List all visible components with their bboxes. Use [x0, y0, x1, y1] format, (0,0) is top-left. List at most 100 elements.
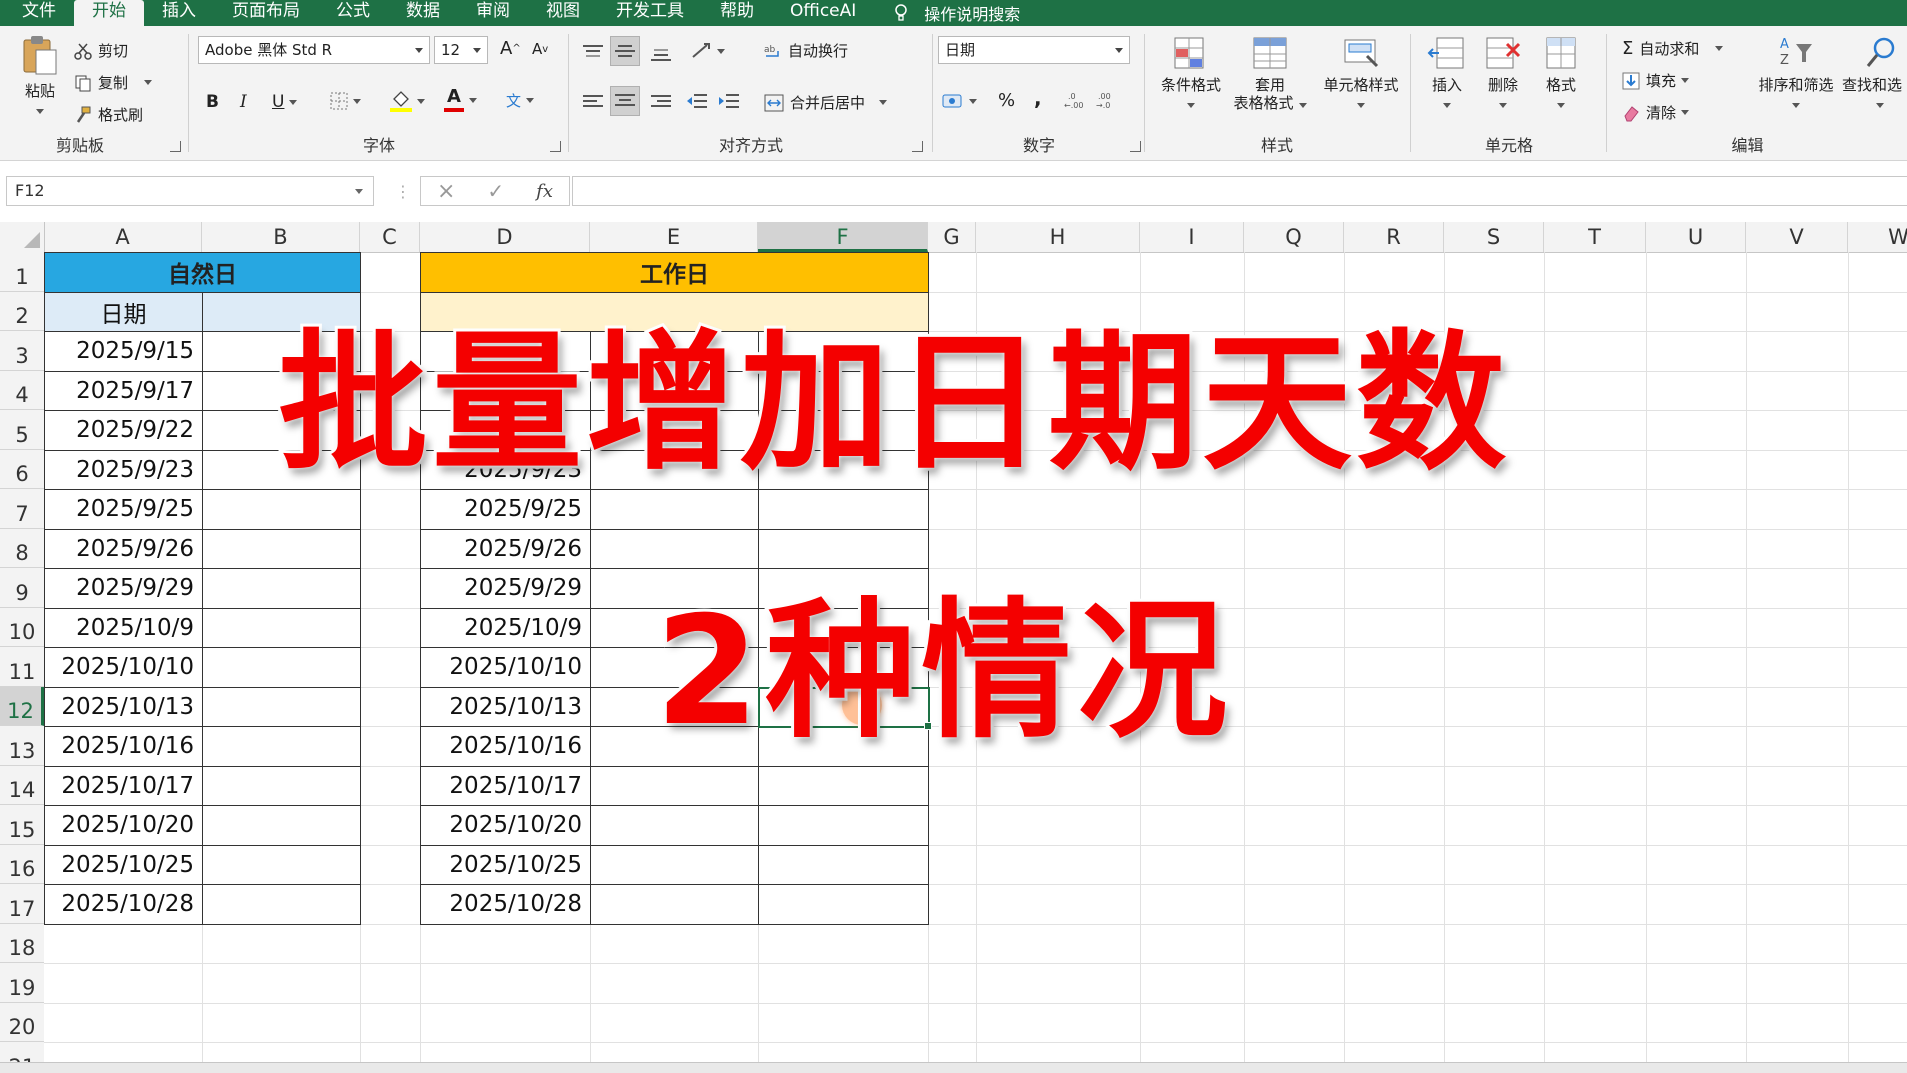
wrap-text-button[interactable]: ab 自动换行 — [764, 40, 848, 61]
cell-b13[interactable] — [202, 726, 361, 767]
cell-a3[interactable]: 2025/9/15 — [44, 331, 203, 372]
select-all-button[interactable] — [0, 222, 45, 252]
column-header-a[interactable]: A — [44, 222, 202, 252]
cell-b10[interactable] — [202, 607, 361, 648]
row-header-19[interactable]: 19 — [0, 963, 44, 1003]
align-left-icon[interactable] — [582, 94, 604, 110]
autosum-button[interactable]: Σ 自动求和 — [1622, 38, 1724, 59]
row-header-14[interactable]: 14 — [0, 765, 44, 805]
cell-d15[interactable]: 2025/10/20 — [420, 805, 591, 846]
merge-center-button[interactable]: 合并后居中 — [764, 92, 888, 113]
cell-f15[interactable] — [758, 805, 929, 846]
tab-formulas[interactable]: 公式 — [318, 0, 388, 26]
column-header-r[interactable]: R — [1344, 222, 1444, 252]
row-header-5[interactable]: 5 — [0, 410, 44, 450]
cell-b16[interactable] — [202, 844, 361, 885]
conditional-format-button[interactable]: 条件格式 — [1150, 34, 1232, 112]
tab-view[interactable]: 视图 — [528, 0, 598, 26]
column-header-b[interactable]: B — [202, 222, 360, 252]
row-header-3[interactable]: 3 — [0, 331, 44, 371]
cell-a4[interactable]: 2025/9/17 — [44, 370, 203, 411]
column-header-i[interactable]: I — [1140, 222, 1244, 252]
cell-d12[interactable]: 2025/10/13 — [420, 686, 591, 727]
column-header-t[interactable]: T — [1544, 222, 1646, 252]
tab-page-layout[interactable]: 页面布局 — [214, 0, 318, 26]
percent-style-button[interactable]: % — [998, 90, 1015, 111]
row-header-15[interactable]: 15 — [0, 805, 44, 845]
column-header-g[interactable]: G — [928, 222, 976, 252]
fill-color-button[interactable] — [390, 90, 425, 112]
cancel-formula-button[interactable]: × — [437, 179, 455, 204]
enter-formula-button[interactable]: ✓ — [487, 179, 504, 203]
grow-font-button[interactable]: A ^ — [500, 38, 521, 59]
row-header-20[interactable]: 20 — [0, 1002, 44, 1042]
cell-a13[interactable]: 2025/10/16 — [44, 726, 203, 767]
cell-b11[interactable] — [202, 647, 361, 688]
cell-a14[interactable]: 2025/10/17 — [44, 765, 203, 806]
cell-a9[interactable]: 2025/9/29 — [44, 568, 203, 609]
name-box[interactable]: F12 — [6, 176, 374, 206]
row-header-10[interactable]: 10 — [0, 607, 44, 647]
tell-me-search[interactable]: 操作说明搜索 — [874, 1, 1020, 25]
tab-review[interactable]: 审阅 — [458, 0, 528, 26]
cell-b12[interactable] — [202, 686, 361, 727]
cell-a8[interactable]: 2025/9/26 — [44, 528, 203, 569]
cell-b14[interactable] — [202, 765, 361, 806]
tab-officeai[interactable]: OfficeAI — [772, 0, 874, 26]
row-header-12[interactable]: 12 — [0, 686, 44, 726]
align-top-icon[interactable] — [582, 44, 604, 60]
subheader-date[interactable]: 日期 — [44, 291, 203, 332]
column-header-f[interactable]: F — [758, 222, 928, 252]
cell-a10[interactable]: 2025/10/9 — [44, 607, 203, 648]
cell-d11[interactable]: 2025/10/10 — [420, 647, 591, 688]
cell-d10[interactable]: 2025/10/9 — [420, 607, 591, 648]
cell-a6[interactable]: 2025/9/23 — [44, 449, 203, 490]
decrease-decimal-icon[interactable]: .00→.0 — [1094, 90, 1118, 110]
column-header-c[interactable]: C — [360, 222, 420, 252]
row-header-1[interactable]: 1 — [0, 252, 44, 292]
align-right-icon[interactable] — [650, 94, 672, 110]
increase-indent-icon[interactable] — [718, 92, 740, 110]
cell-d9[interactable]: 2025/9/29 — [420, 568, 591, 609]
cell-e15[interactable] — [590, 805, 759, 846]
insert-cells-button[interactable]: 插入 — [1422, 34, 1472, 112]
font-color-button[interactable]: A — [444, 88, 477, 112]
row-header-8[interactable]: 8 — [0, 528, 44, 568]
cell-e16[interactable] — [590, 844, 759, 885]
fill-button[interactable]: 填充 — [1622, 70, 1690, 91]
cell-a15[interactable]: 2025/10/20 — [44, 805, 203, 846]
align-center-button[interactable] — [610, 86, 640, 116]
cell-e17[interactable] — [590, 884, 759, 925]
cell-a16[interactable]: 2025/10/25 — [44, 844, 203, 885]
clipboard-launcher-icon[interactable] — [170, 141, 181, 152]
row-header-4[interactable]: 4 — [0, 370, 44, 410]
align-middle-button[interactable] — [610, 36, 640, 66]
row-header-7[interactable]: 7 — [0, 489, 44, 529]
cell-e14[interactable] — [590, 765, 759, 806]
phonetic-button[interactable]: 文 — [506, 90, 535, 111]
orientation-button[interactable] — [690, 42, 725, 60]
comma-style-button[interactable]: , — [1034, 86, 1042, 110]
delete-cells-button[interactable]: 删除 — [1478, 34, 1528, 112]
number-launcher-icon[interactable] — [1130, 141, 1141, 152]
cell-b8[interactable] — [202, 528, 361, 569]
cell-d14[interactable]: 2025/10/17 — [420, 765, 591, 806]
cell-a7[interactable]: 2025/9/25 — [44, 489, 203, 530]
increase-decimal-icon[interactable]: .0←.00 — [1062, 90, 1086, 110]
row-header-17[interactable]: 17 — [0, 884, 44, 924]
decrease-indent-icon[interactable] — [686, 92, 708, 110]
cut-button[interactable]: 剪切 — [74, 40, 128, 61]
row-header-16[interactable]: 16 — [0, 844, 44, 884]
cell-b9[interactable] — [202, 568, 361, 609]
underline-button[interactable]: U — [272, 92, 298, 112]
cell-d17[interactable]: 2025/10/28 — [420, 884, 591, 925]
cell-f16[interactable] — [758, 844, 929, 885]
alignment-launcher-icon[interactable] — [912, 141, 923, 152]
format-painter-button[interactable]: 格式刷 — [74, 104, 143, 125]
cell-a17[interactable]: 2025/10/28 — [44, 884, 203, 925]
tab-data[interactable]: 数据 — [388, 0, 458, 26]
cell-d13[interactable]: 2025/10/16 — [420, 726, 591, 767]
row-header-11[interactable]: 11 — [0, 647, 44, 687]
cell-a12[interactable]: 2025/10/13 — [44, 686, 203, 727]
copy-button[interactable]: 复制 — [74, 72, 153, 93]
